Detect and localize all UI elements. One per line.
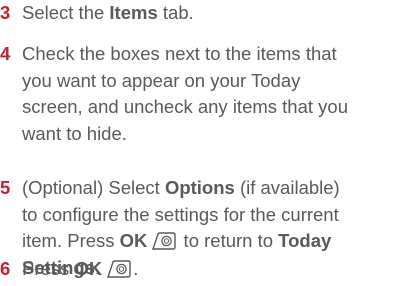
ok-button-icon xyxy=(151,232,177,250)
text-run: . xyxy=(133,258,139,279)
step-number: 4 xyxy=(0,43,11,64)
step-text-line: Check the boxes next to the items that xyxy=(22,41,411,68)
step-text: Select the Items tab. xyxy=(22,0,411,27)
text-run: screen, and uncheck any items that you xyxy=(22,96,348,117)
text-run: want to hide. xyxy=(22,122,127,144)
text-run: to return to xyxy=(178,230,279,251)
bold-term: OK xyxy=(74,258,103,279)
step-text-line: (Optional) Select Options (if available) xyxy=(22,175,411,202)
text-run: to configure the settings for the curren… xyxy=(22,203,339,225)
text-run: Press xyxy=(22,258,75,279)
text-run: you want to appear on your Today xyxy=(22,69,301,91)
step-text-line: screen, and uncheck any items that you xyxy=(22,94,411,121)
step-text-line: you want to appear on your Today xyxy=(22,68,411,95)
step-text-line: want to hide. xyxy=(22,121,411,148)
step-text-line: item. Press OK to return to Today xyxy=(22,228,411,255)
step-text-line: Press OK. xyxy=(22,256,411,283)
step-number: 6 xyxy=(0,258,11,279)
step-text: Press OK. xyxy=(22,256,411,283)
step-text-line: Select the Items tab. xyxy=(22,0,411,27)
bold-term: OK xyxy=(119,230,148,251)
text-run: (if available) xyxy=(234,177,340,198)
text-run: Check the boxes next to the items that xyxy=(22,43,337,64)
ok-button-icon xyxy=(106,260,132,278)
text-run: (Optional) Select xyxy=(22,177,165,198)
step-number: 3 xyxy=(0,2,11,23)
step-text-line: to configure the settings for the curren… xyxy=(22,202,411,229)
text-run: Select the xyxy=(22,2,110,23)
text-run: item. Press xyxy=(22,230,120,251)
bold-term: Options xyxy=(164,177,235,198)
step-text: Check the boxes next to the items that yo… xyxy=(22,41,411,147)
bold-term: Today xyxy=(278,230,332,251)
bold-term: Items xyxy=(109,2,158,23)
text-run: tab. xyxy=(157,2,194,23)
step-number: 5 xyxy=(0,177,11,198)
